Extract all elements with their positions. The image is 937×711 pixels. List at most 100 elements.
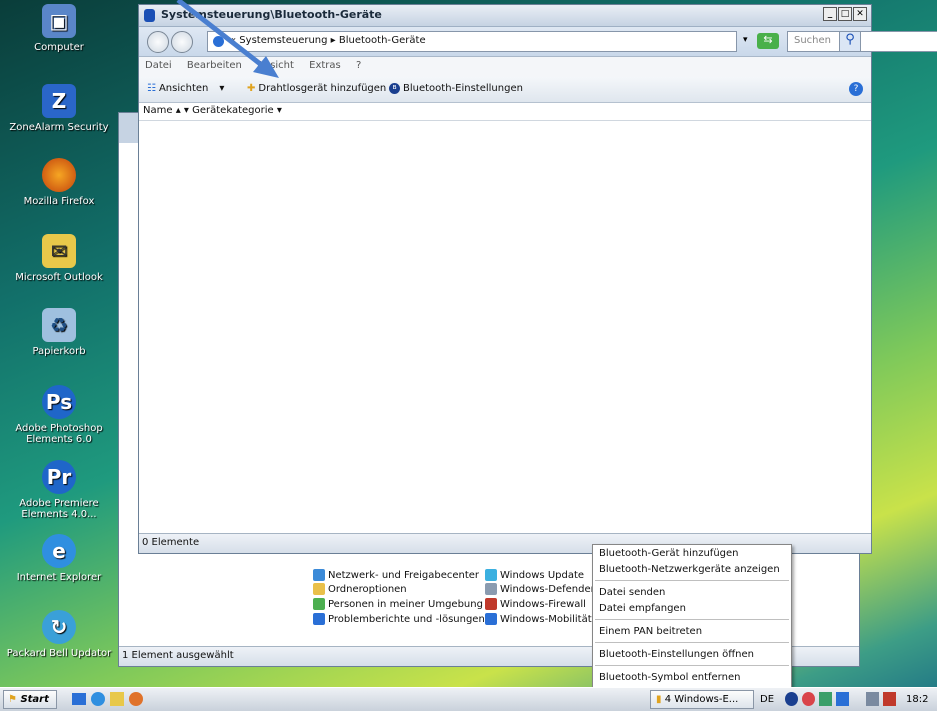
bluetooth-icon: ʙ [389,83,400,94]
menu-ansicht[interactable]: Ansicht [251,57,300,74]
chevron-down-icon[interactable]: ▾ [277,105,282,116]
desktop-icon-firefox[interactable]: Mozilla Firefox [0,158,118,207]
menu-extras[interactable]: Extras [303,57,347,74]
back-button[interactable] [147,31,169,53]
clock[interactable]: 18:2 [906,694,928,705]
cp-item[interactable]: Personen in meiner Umgebung [313,598,483,610]
updator-icon: ↻ [42,610,76,644]
desktop-icon-recycle[interactable]: ♻ Papierkorb [0,308,118,357]
outlook-icon[interactable] [110,692,124,706]
menu-datei[interactable]: Datei [139,57,178,74]
help-icon[interactable]: ? [849,82,863,96]
zonealarm-tray-icon[interactable] [802,692,815,706]
column-category[interactable]: Gerätekategorie [192,105,274,116]
desktop-icon-label: Internet Explorer [16,572,102,583]
menu-item-show-network-devices[interactable]: Bluetooth-Netzwerkgeräte anzeigen [593,561,791,577]
column-name[interactable]: Name [143,105,173,116]
desktop-icon-label: ZoneAlarm Security [9,122,109,133]
window-titlebar[interactable]: Systemsteuerung\Bluetooth-Geräte _ □ ✕ [139,5,871,27]
menu-separator [595,619,789,620]
menu-separator [595,665,789,666]
address-bar[interactable]: « Systemsteuerung ▸ Bluetooth-Geräte [207,31,737,52]
desktop-icon-outlook[interactable]: ✉ Microsoft Outlook [0,234,118,283]
bluetooth-tray-icon[interactable] [785,692,798,706]
menu-bar: Datei Bearbeiten Ansicht Extras ? [139,57,871,77]
zonealarm-icon: Z [42,84,76,118]
photoshop-icon: Ps [42,385,76,419]
menu-item-join-pan[interactable]: Einem PAN beitreten [593,623,791,639]
search-icon[interactable]: ⚲ [839,31,861,52]
cp-item[interactable]: Windows-Mobilitätsce [485,613,609,625]
bluetooth-context-menu: Bluetooth-Gerät hinzufügen Bluetooth-Net… [592,544,792,690]
desktop-icon-label: Adobe Premiere Elements 4.0... [19,498,99,520]
chevron-down-icon: ▾ [219,83,225,94]
sort-up-icon: ▴ ▾ [175,105,193,116]
views-button[interactable]: ☷ Ansichten ▾ [147,83,224,94]
column-headers: Name ▴ ▾ Gerätekategorie ▾ [139,103,871,121]
menu-separator [595,580,789,581]
speaker-tray-icon[interactable] [866,692,879,706]
cp-item[interactable]: Netzwerk- und Freigabecenter [313,569,479,581]
add-wireless-device-button[interactable]: ✚ Drahtlosgerät hinzufügen [247,83,386,94]
menu-item-open-settings[interactable]: Bluetooth-Einstellungen öffnen [593,646,791,662]
menu-item-remove-icon[interactable]: Bluetooth-Symbol entfernen [593,669,791,685]
close-button[interactable]: ✕ [853,7,867,21]
desktop-icon-label: Mozilla Firefox [23,196,95,207]
status-item-count: 0 Elemente [142,537,200,548]
language-indicator[interactable]: DE [760,694,774,705]
desktop-icon-label: Packard Bell Updator [6,648,112,659]
desktop-icon-premiere[interactable]: Pr Adobe Premiere Elements 4.0... [0,460,118,520]
desktop-icon-computer[interactable]: ▣ Computer [0,4,118,53]
monitor-tray-icon[interactable] [836,692,849,706]
cp-item[interactable]: Windows-Defender [485,583,595,595]
menu-item-add-device[interactable]: Bluetooth-Gerät hinzufügen [593,545,791,561]
menu-item-send-file[interactable]: Datei senden [593,584,791,600]
desktop-icon-label: Microsoft Outlook [15,272,103,283]
cp-item[interactable]: Ordneroptionen [313,583,407,595]
firefox-icon[interactable] [129,692,143,706]
internet-explorer-icon: e [42,534,76,568]
premiere-icon: Pr [42,460,76,494]
maximize-button[interactable]: □ [838,7,852,21]
desktop-icon-label: Adobe Photoshop Elements 6.0 [15,423,103,445]
menu-item-receive-file[interactable]: Datei empfangen [593,600,791,616]
command-bar: ☷ Ansichten ▾ ✚ Drahtlosgerät hinzufügen… [139,77,871,103]
window-title: Systemsteuerung\Bluetooth-Geräte [161,8,382,21]
address-text: « Systemsteuerung ▸ Bluetooth-Geräte [230,35,426,46]
desktop-icon-photoshop[interactable]: Ps Adobe Photoshop Elements 6.0 [0,385,118,445]
windows-logo-icon: ⚑ [8,694,17,705]
network-tray-icon[interactable] [819,692,832,706]
add-device-icon: ✚ [247,83,256,94]
recycle-bin-icon: ♻ [42,308,76,342]
minimize-button[interactable]: _ [823,7,837,21]
show-desktop-icon[interactable] [72,693,86,705]
security-tray-icon[interactable] [883,692,896,706]
start-button[interactable]: ⚑ Start [3,690,57,709]
bluetooth-devices-window: Systemsteuerung\Bluetooth-Geräte _ □ ✕ «… [138,4,937,554]
menu-help[interactable]: ? [350,57,367,74]
cp-item[interactable]: Windows Update [485,569,584,581]
menu-bearbeiten[interactable]: Bearbeiten [181,57,248,74]
folder-icon: ▮ [656,694,662,705]
cp-item[interactable]: Windows-Firewall [485,598,586,610]
search-input[interactable]: Suchen [787,31,937,52]
desktop-icon-updator[interactable]: ↻ Packard Bell Updator [0,610,118,659]
bluetooth-settings-button[interactable]: ʙ Bluetooth-Einstellungen [389,83,523,94]
cp-item[interactable]: Problemberichte und -lösungen [313,613,485,625]
internet-explorer-icon[interactable] [91,692,105,706]
desktop-icon-ie[interactable]: e Internet Explorer [0,534,118,583]
bluetooth-title-icon [144,9,155,22]
refresh-icon[interactable]: ⇆ [757,33,779,49]
computer-icon: ▣ [42,4,76,38]
navigation-bar: « Systemsteuerung ▸ Bluetooth-Geräte ▾ ⇆… [139,27,937,57]
firefox-icon [42,158,76,192]
taskbar-group-button[interactable]: ▮ 4 Windows-E... [650,690,754,709]
device-list-area[interactable] [139,121,871,533]
menu-separator [595,642,789,643]
address-dropdown-icon[interactable]: ▾ [743,35,748,45]
outlook-icon: ✉ [42,234,76,268]
forward-button[interactable] [171,31,193,53]
desktop-icon-label: Papierkorb [32,346,86,357]
desktop-icon-zonealarm[interactable]: Z ZoneAlarm Security [0,84,118,133]
taskbar: ⚑ Start ▮ 4 Windows-E... DE 18:2 [0,687,937,711]
